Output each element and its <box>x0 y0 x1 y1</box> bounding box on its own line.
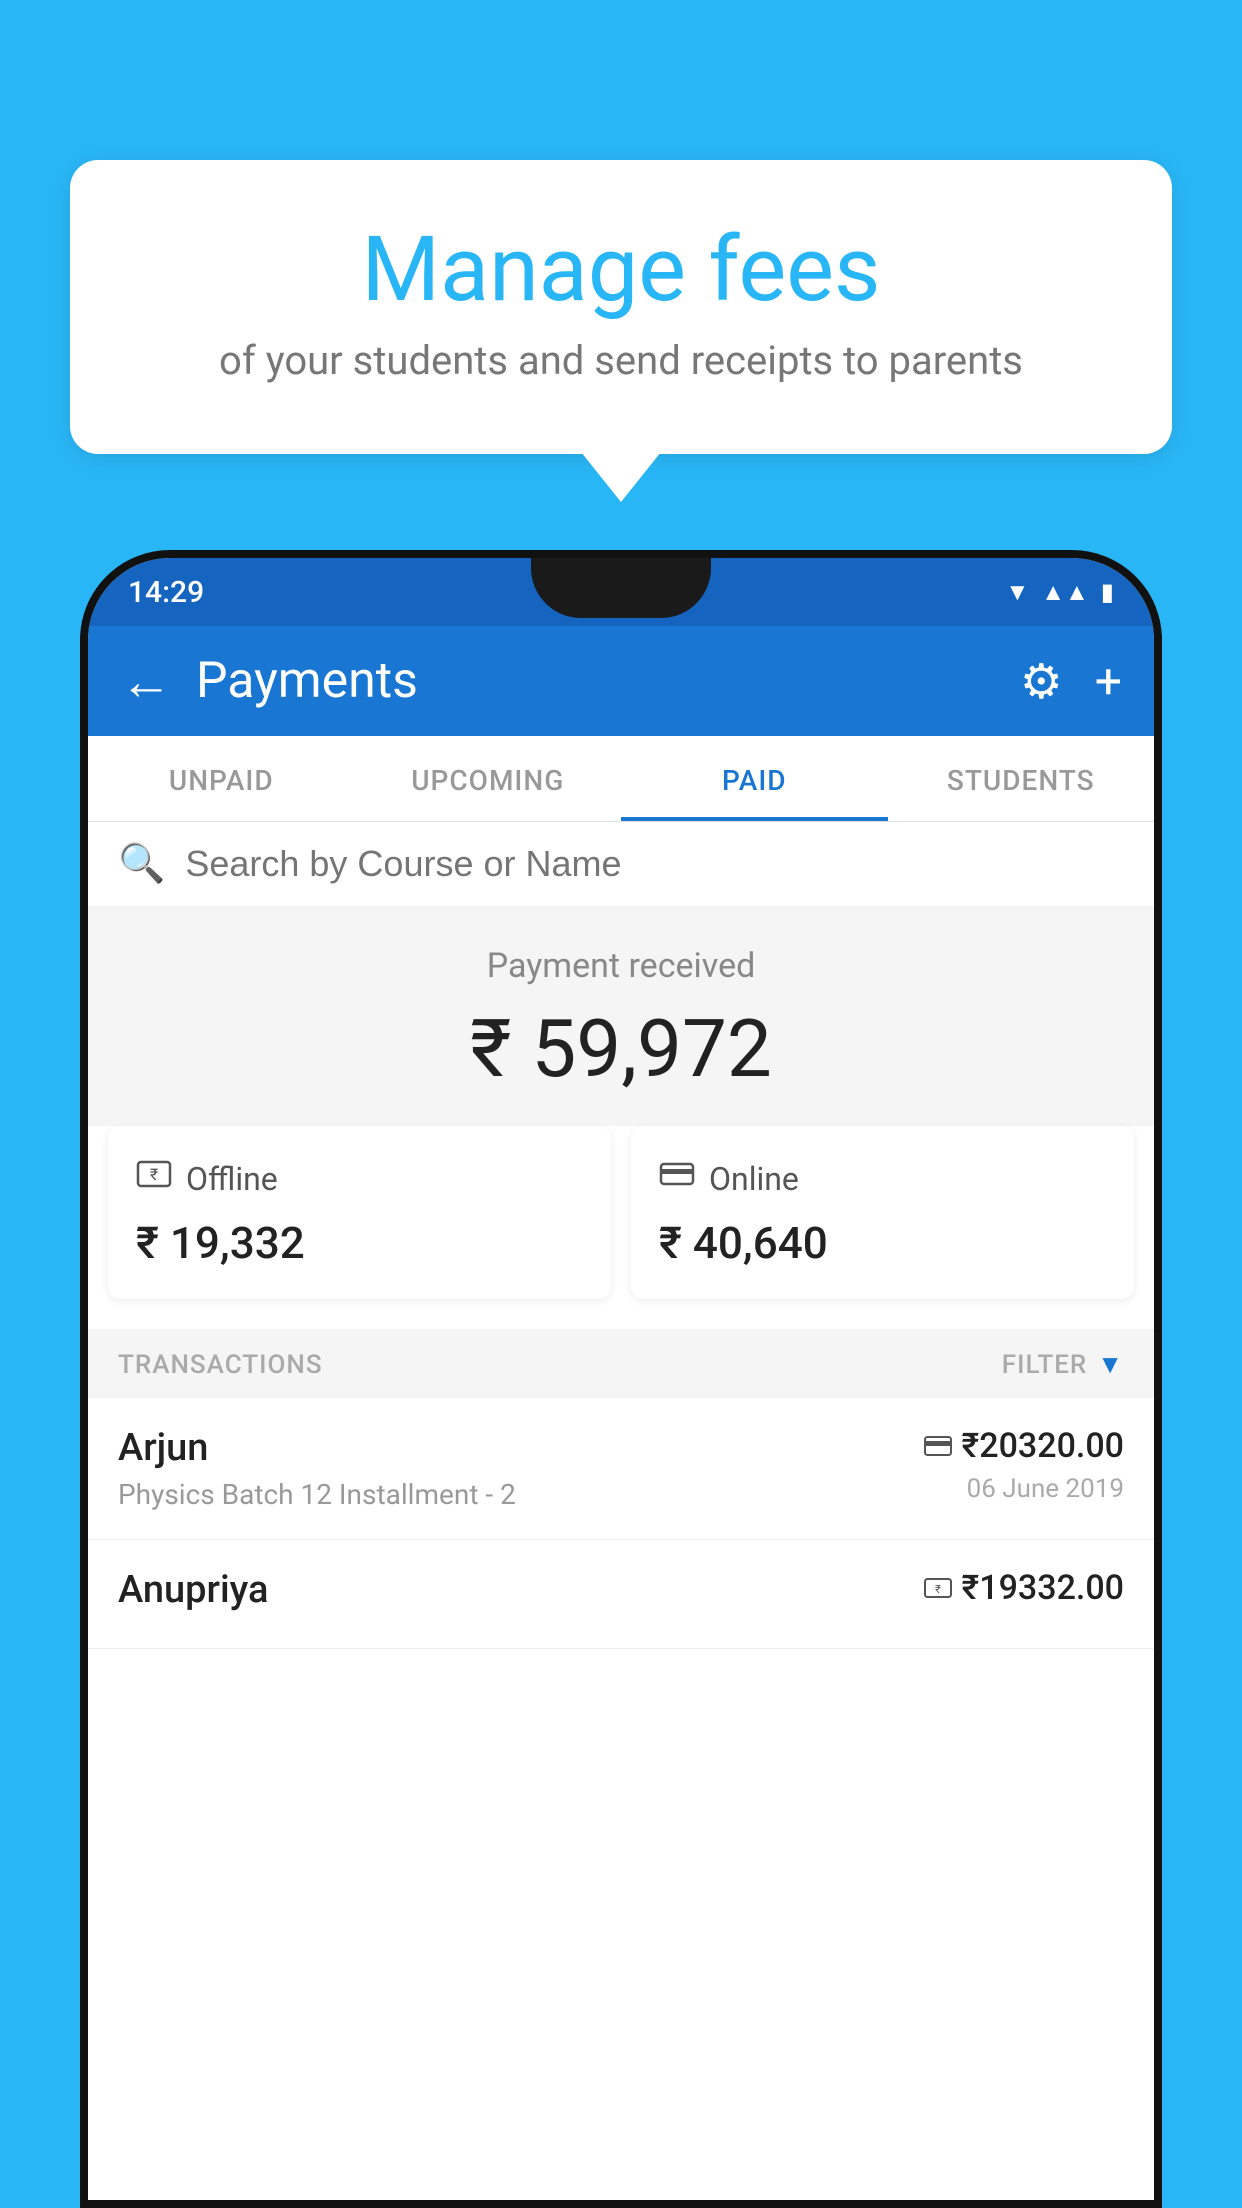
transaction-name-2: Anupriya <box>118 1568 268 1612</box>
phone-screen: 14:29 ▼ ▲▲ ▮ ← Payments ⚙ + UNPAID <box>88 558 1154 2200</box>
speech-bubble-card: Manage fees of your students and send re… <box>70 160 1172 454</box>
search-icon: 🔍 <box>118 842 165 886</box>
app-bar-title: Payments <box>196 652 1020 710</box>
speech-bubble-title: Manage fees <box>120 220 1122 319</box>
transaction-amount-row-1: ₹20320.00 <box>924 1426 1124 1466</box>
status-bar: 14:29 ▼ ▲▲ ▮ <box>88 558 1154 626</box>
screen-content: 14:29 ▼ ▲▲ ▮ ← Payments ⚙ + UNPAID <box>88 558 1154 2200</box>
transaction-left-2: Anupriya <box>118 1568 268 1620</box>
transaction-right-2: ₹ ₹19332.00 <box>924 1568 1124 1616</box>
app-bar-actions: ⚙ + <box>1020 653 1122 710</box>
svg-text:₹: ₹ <box>935 1583 941 1596</box>
online-card: Online ₹ 40,640 <box>631 1126 1134 1299</box>
back-button[interactable]: ← <box>120 651 172 712</box>
transactions-label: TRANSACTIONS <box>118 1350 323 1380</box>
tab-upcoming[interactable]: UPCOMING <box>355 736 622 821</box>
filter-label: FILTER <box>1002 1350 1087 1380</box>
transaction-row-2[interactable]: Anupriya ₹ ₹19332.00 <box>88 1540 1154 1649</box>
payment-amount: ₹ 59,972 <box>118 1002 1124 1096</box>
phone-frame: 14:29 ▼ ▲▲ ▮ ← Payments ⚙ + UNPAID <box>80 550 1162 2208</box>
transaction-amount-row-2: ₹ ₹19332.00 <box>924 1568 1124 1608</box>
tabs-bar: UNPAID UPCOMING PAID STUDENTS <box>88 736 1154 822</box>
offline-card-type: Offline <box>186 1160 278 1198</box>
tab-students[interactable]: STUDENTS <box>888 736 1155 821</box>
online-card-header: Online <box>659 1156 1106 1201</box>
offline-card: ₹ Offline ₹ 19,332 <box>108 1126 611 1299</box>
online-payment-icon-1 <box>924 1430 952 1463</box>
filter-button[interactable]: FILTER ▼ <box>1002 1349 1124 1380</box>
transaction-amount-1: ₹20320.00 <box>962 1426 1124 1466</box>
battery-icon: ▮ <box>1101 578 1114 606</box>
payment-label: Payment received <box>118 946 1124 986</box>
online-card-icon <box>659 1156 695 1201</box>
wifi-icon: ▼ <box>1006 578 1030 607</box>
signal-icon: ▲▲ <box>1041 578 1089 607</box>
payment-cards-row: ₹ Offline ₹ 19,332 <box>88 1126 1154 1329</box>
notch <box>531 558 711 618</box>
transaction-row[interactable]: Arjun Physics Batch 12 Installment - 2 <box>88 1398 1154 1540</box>
add-icon[interactable]: + <box>1095 653 1122 710</box>
offline-card-amount: ₹ 19,332 <box>136 1217 583 1269</box>
transaction-left-1: Arjun Physics Batch 12 Installment - 2 <box>118 1426 516 1511</box>
tab-unpaid[interactable]: UNPAID <box>88 736 355 821</box>
online-card-type: Online <box>709 1160 799 1198</box>
transaction-name-1: Arjun <box>118 1426 516 1470</box>
offline-card-header: ₹ Offline <box>136 1156 583 1201</box>
payment-section: Payment received ₹ 59,972 <box>88 906 1154 1126</box>
transactions-header: TRANSACTIONS FILTER ▼ <box>88 1329 1154 1398</box>
svg-text:₹: ₹ <box>150 1165 158 1184</box>
offline-payment-icon-2: ₹ <box>924 1572 952 1605</box>
app-bar: ← Payments ⚙ + <box>88 626 1154 736</box>
tab-paid[interactable]: PAID <box>621 736 888 821</box>
transaction-date-1: 06 June 2019 <box>924 1474 1124 1504</box>
transaction-list: Arjun Physics Batch 12 Installment - 2 <box>88 1398 1154 1649</box>
transaction-right-1: ₹20320.00 06 June 2019 <box>924 1426 1124 1504</box>
settings-icon[interactable]: ⚙ <box>1020 653 1063 710</box>
online-card-amount: ₹ 40,640 <box>659 1217 1106 1269</box>
search-bar: 🔍 <box>88 822 1154 906</box>
transaction-course-1: Physics Batch 12 Installment - 2 <box>118 1478 516 1511</box>
status-icons: ▼ ▲▲ ▮ <box>1006 578 1115 607</box>
filter-icon: ▼ <box>1097 1349 1124 1380</box>
status-time: 14:29 <box>128 575 204 610</box>
transaction-amount-2: ₹19332.00 <box>962 1568 1124 1608</box>
speech-bubble-subtitle: of your students and send receipts to pa… <box>120 337 1122 384</box>
search-input[interactable] <box>185 843 1124 885</box>
offline-card-icon: ₹ <box>136 1156 172 1201</box>
